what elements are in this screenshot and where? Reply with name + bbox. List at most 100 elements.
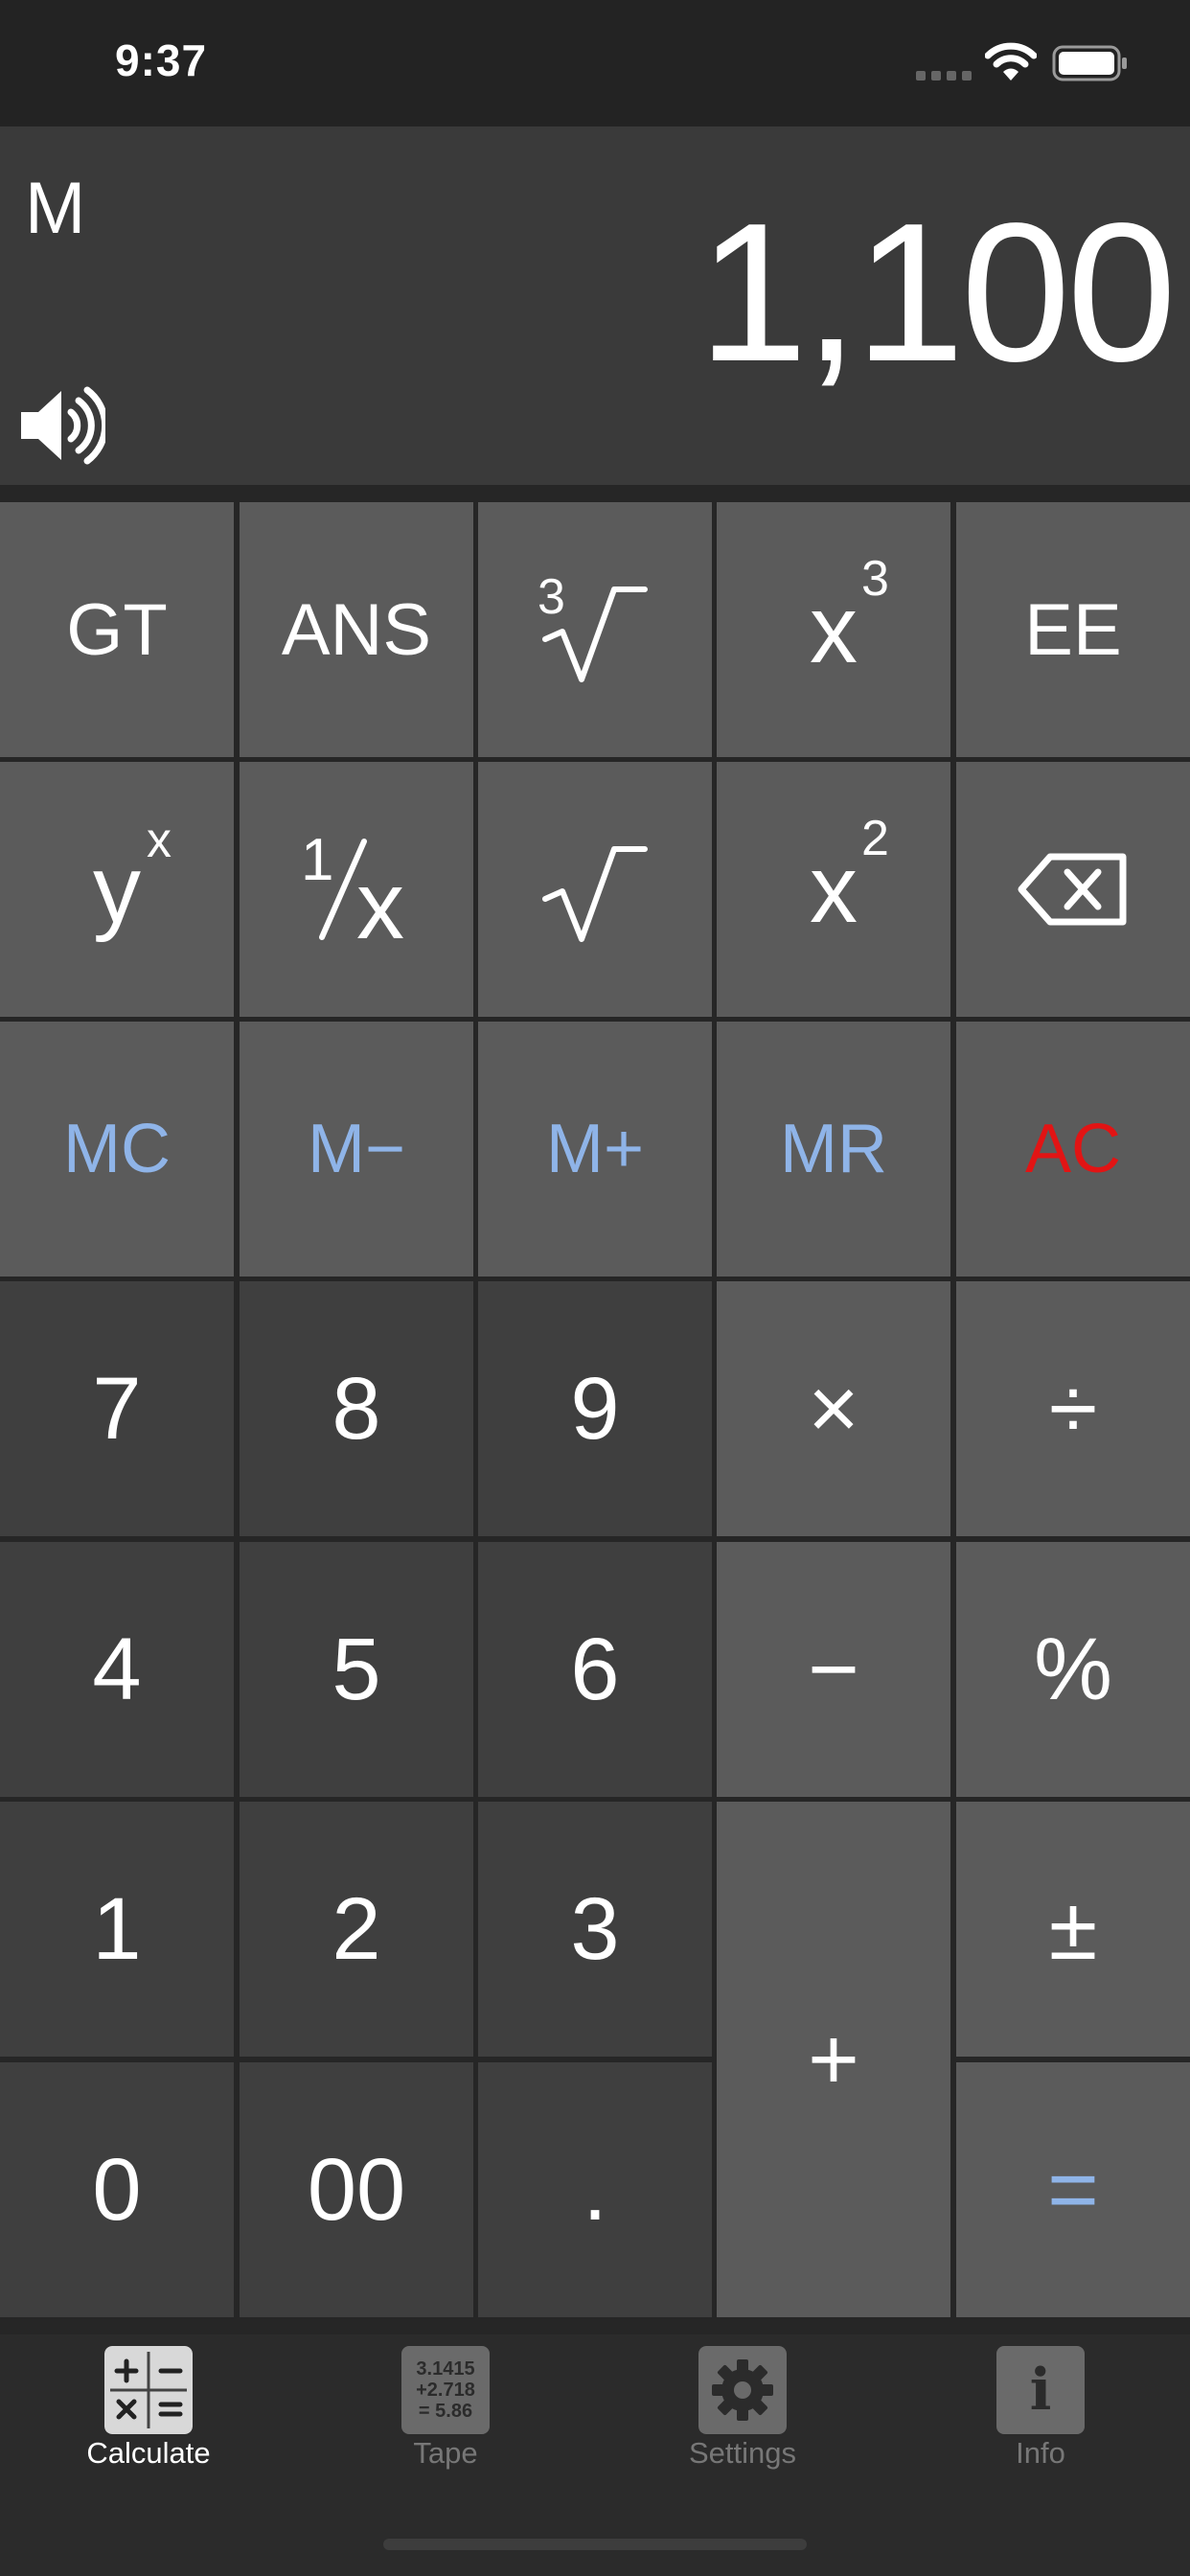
display-divider	[0, 485, 1190, 502]
minus-label: −	[808, 1620, 859, 1718]
radical-icon	[542, 846, 648, 942]
ee-button[interactable]: EE	[956, 502, 1190, 757]
decimal-button[interactable]: .	[478, 2062, 712, 2317]
reciprocal-denominator: x	[356, 852, 404, 959]
cube-root-button[interactable]: 3	[478, 502, 712, 757]
memory-indicator: M	[25, 168, 86, 249]
ans-label: ANS	[281, 588, 432, 671]
reciprocal-button[interactable]: 1 x	[240, 762, 473, 1017]
key-0[interactable]: 0	[0, 2062, 234, 2317]
tab-info-label: Info	[1016, 2436, 1065, 2470]
key-7-label: 7	[92, 1359, 142, 1458]
cube-exponent: 3	[861, 550, 889, 607]
display-value: 1,100	[698, 182, 1177, 402]
key-6-label: 6	[570, 1620, 620, 1718]
key-4-label: 4	[92, 1620, 142, 1718]
percent-button[interactable]: %	[956, 1542, 1190, 1797]
square-base: x	[810, 835, 858, 943]
backspace-button[interactable]	[956, 762, 1190, 1017]
key-2-label: 2	[332, 1879, 381, 1978]
tape-icon-line-1: 3.1415	[416, 2358, 475, 2380]
ac-button[interactable]: AC	[956, 1022, 1190, 1276]
calculator-app: 9:37 M 1,100 GT ANS 3 x 3 EE y x 1 x x 2…	[0, 0, 1190, 2576]
multiply-label: ×	[808, 1359, 859, 1458]
status-bar: 9:37	[0, 0, 1190, 126]
mr-label: MR	[780, 1111, 887, 1187]
wifi-icon	[985, 42, 1037, 80]
tape-icon-line-2: +2.718	[416, 2380, 475, 2401]
key-00[interactable]: 00	[240, 2062, 473, 2317]
gear-icon	[698, 2346, 787, 2434]
key-3-label: 3	[570, 1879, 620, 1978]
divide-label: ÷	[1048, 1359, 1098, 1458]
plus-button[interactable]: +	[717, 1802, 950, 2317]
status-time: 9:37	[115, 35, 208, 85]
key-1-label: 1	[92, 1879, 142, 1978]
equals-button[interactable]: =	[956, 2062, 1190, 2317]
mc-button[interactable]: MC	[0, 1022, 234, 1276]
key-6[interactable]: 6	[478, 1542, 712, 1797]
key-2[interactable]: 2	[240, 1802, 473, 2057]
gt-label: GT	[66, 588, 168, 671]
power-button[interactable]: y x	[0, 762, 234, 1017]
percent-label: %	[1034, 1620, 1112, 1718]
key-00-label: 00	[307, 2140, 406, 2239]
tab-tape[interactable]: 3.1415 +2.718 = 5.86 Tape	[297, 2334, 594, 2478]
square-exponent: 2	[861, 810, 889, 866]
key-9-label: 9	[570, 1359, 620, 1458]
minus-button[interactable]: −	[717, 1542, 950, 1797]
key-0-label: 0	[92, 2140, 142, 2239]
key-7[interactable]: 7	[0, 1281, 234, 1536]
multiply-button[interactable]: ×	[717, 1281, 950, 1536]
m-minus-label: M−	[307, 1111, 406, 1187]
gt-button[interactable]: GT	[0, 502, 234, 757]
power-base: y	[93, 835, 141, 943]
key-5[interactable]: 5	[240, 1542, 473, 1797]
calculator-display: M 1,100	[0, 126, 1190, 485]
key-9[interactable]: 9	[478, 1281, 712, 1536]
home-indicator[interactable]	[383, 2539, 807, 2550]
m-plus-label: M+	[545, 1111, 645, 1187]
cube-base: x	[810, 575, 858, 683]
square-root-button[interactable]	[478, 762, 712, 1017]
tab-settings-label: Settings	[688, 2436, 796, 2470]
ee-label: EE	[1024, 588, 1122, 671]
radical-icon	[542, 586, 648, 682]
calculate-icon	[104, 2346, 193, 2434]
tape-icon: 3.1415 +2.718 = 5.86	[401, 2346, 490, 2434]
plus-label: +	[808, 2010, 859, 2108]
decimal-label: .	[583, 2140, 607, 2239]
square-button[interactable]: x 2	[717, 762, 950, 1017]
tab-bar: Calculate 3.1415 +2.718 = 5.86 Tape Sett…	[0, 2334, 1190, 2576]
tab-calculate[interactable]: Calculate	[0, 2334, 297, 2478]
key-8[interactable]: 8	[240, 1281, 473, 1536]
equals-label: =	[1047, 2140, 1099, 2239]
power-exponent: x	[147, 812, 172, 868]
mc-label: MC	[63, 1111, 171, 1187]
divide-button[interactable]: ÷	[956, 1281, 1190, 1536]
plus-minus-button[interactable]: ±	[956, 1802, 1190, 2057]
m-plus-button[interactable]: M+	[478, 1022, 712, 1276]
key-3[interactable]: 3	[478, 1802, 712, 2057]
mr-button[interactable]: MR	[717, 1022, 950, 1276]
battery-icon	[1052, 45, 1127, 81]
info-icon-glyph: i	[1029, 2357, 1052, 2424]
tab-calculate-label: Calculate	[86, 2436, 211, 2470]
m-minus-button[interactable]: M−	[240, 1022, 473, 1276]
tab-settings[interactable]: Settings	[594, 2334, 891, 2478]
plus-minus-label: ±	[1048, 1879, 1098, 1978]
key-1[interactable]: 1	[0, 1802, 234, 2057]
cube-button[interactable]: x 3	[717, 502, 950, 757]
tab-info[interactable]: i Info	[892, 2334, 1189, 2478]
key-8-label: 8	[332, 1359, 381, 1458]
tape-icon-line-3: = 5.86	[418, 2401, 473, 2422]
speaker-icon[interactable]	[17, 381, 105, 470]
signal-icon	[916, 71, 972, 80]
backspace-icon	[1018, 853, 1127, 926]
info-icon: i	[996, 2346, 1085, 2434]
tab-tape-label: Tape	[413, 2436, 478, 2470]
key-4[interactable]: 4	[0, 1542, 234, 1797]
key-5-label: 5	[332, 1620, 381, 1718]
ac-label: AC	[1024, 1111, 1122, 1187]
ans-button[interactable]: ANS	[240, 502, 473, 757]
